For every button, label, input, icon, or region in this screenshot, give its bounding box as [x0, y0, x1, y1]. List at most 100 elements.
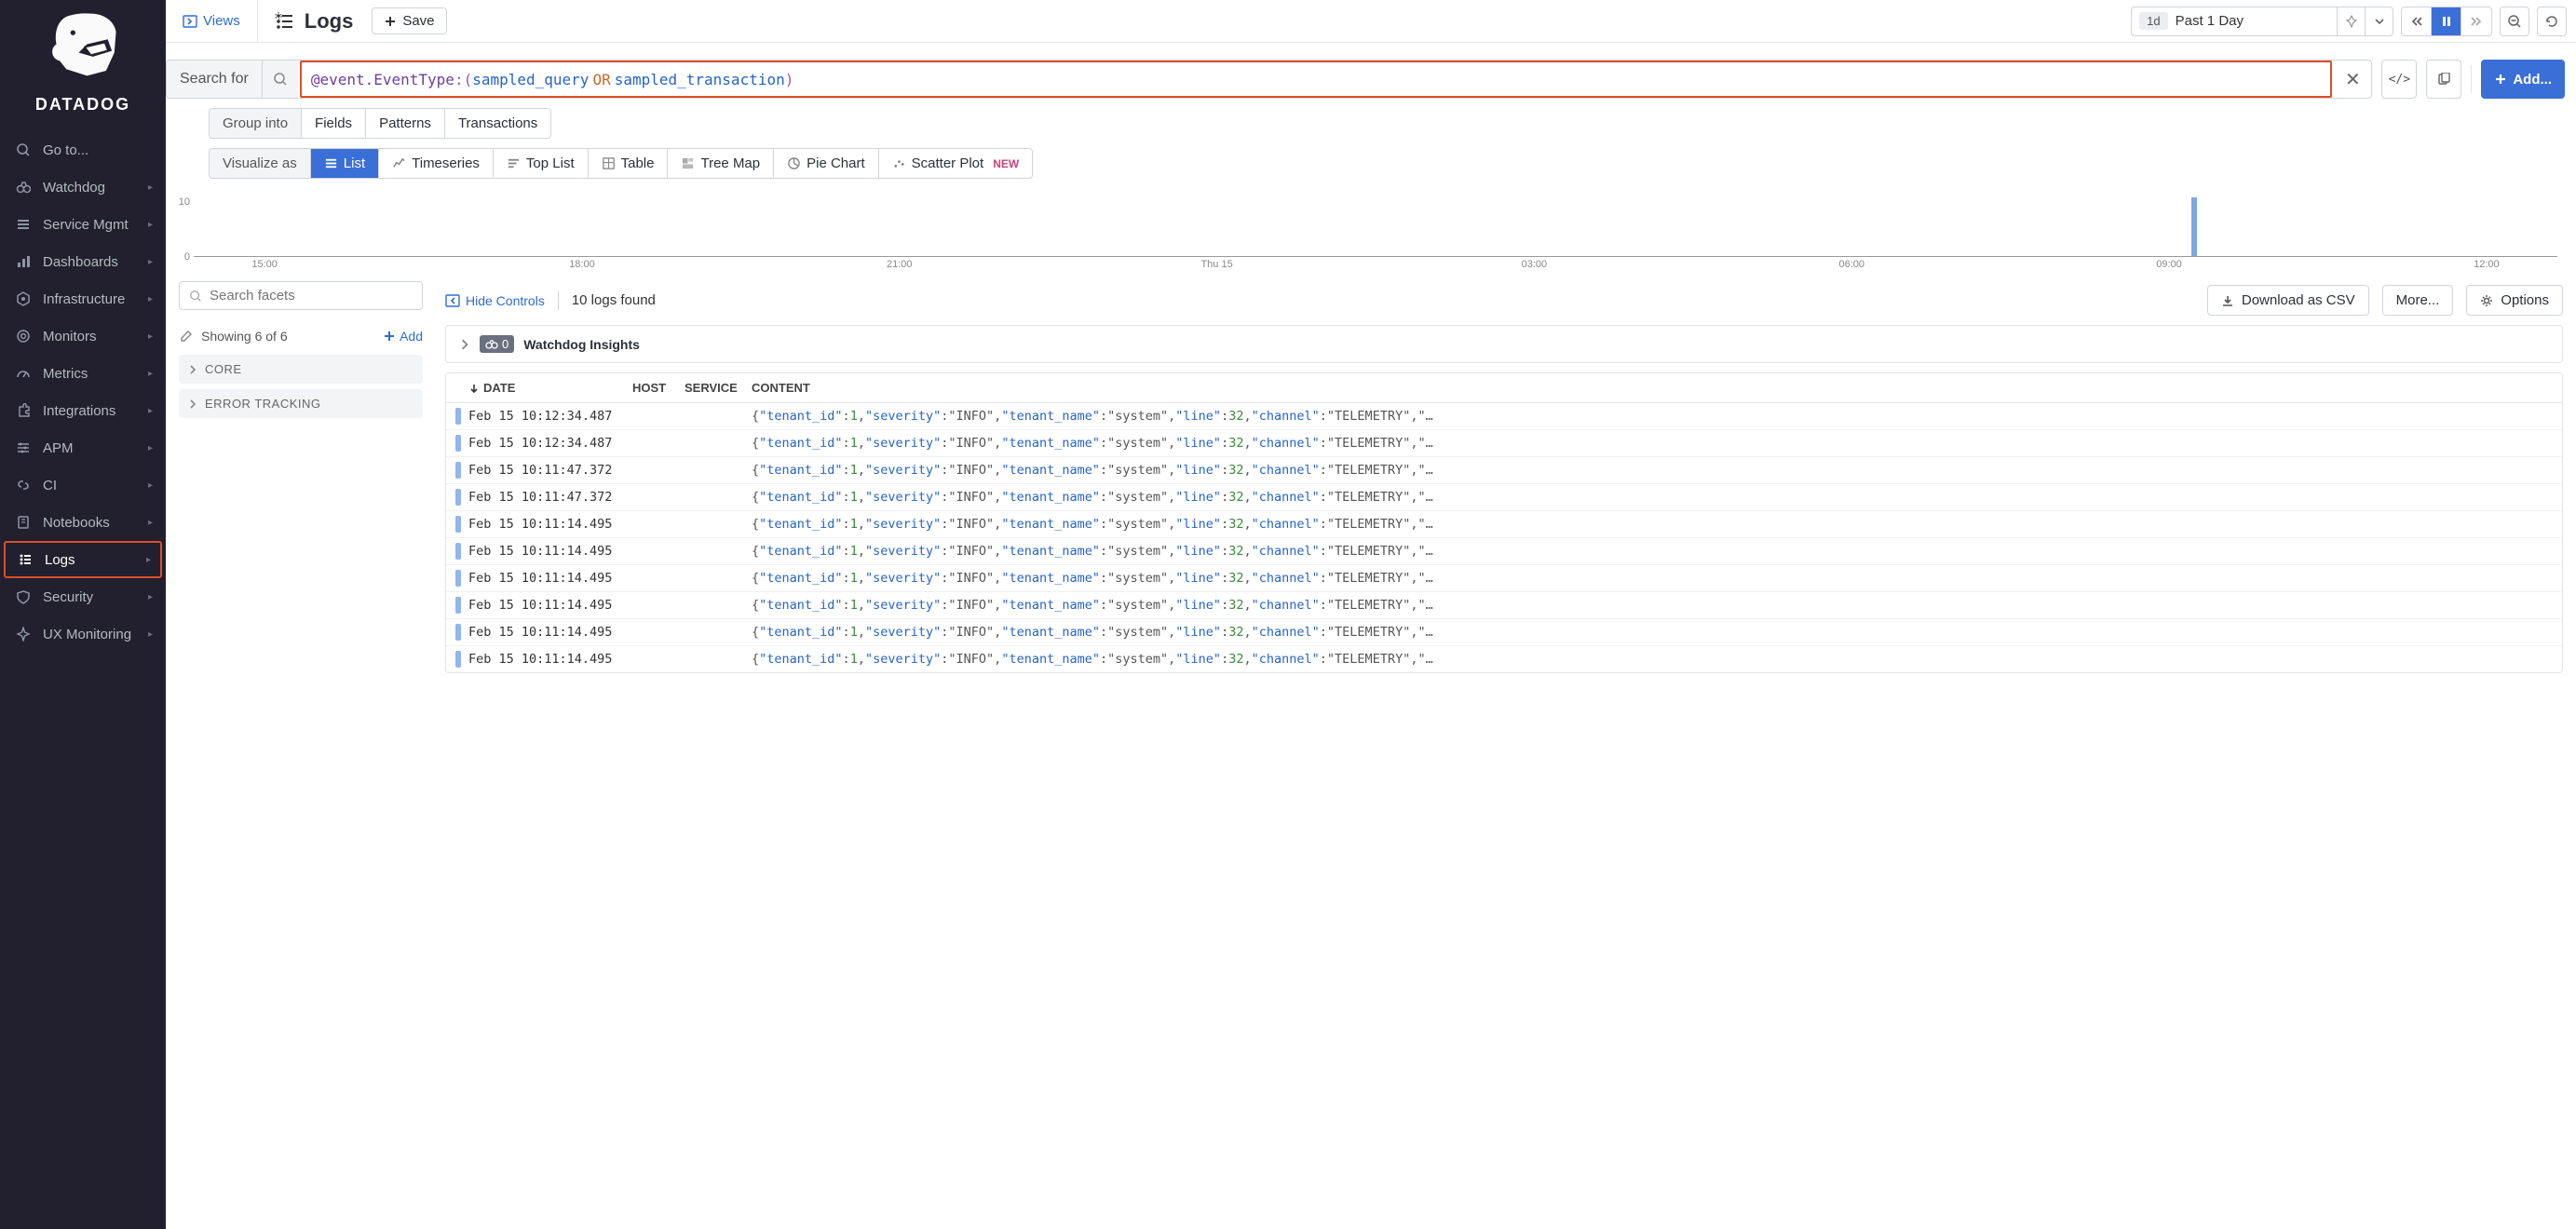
cell-date: Feb 15 10:12:34.487	[468, 409, 632, 424]
clear-search-button[interactable]: ✕	[2334, 68, 2371, 91]
cell-content: {"tenant_id":1,"severity":"INFO","tenant…	[752, 517, 2553, 532]
col-date[interactable]: DATE	[468, 381, 632, 395]
table-row[interactable]: Feb 15 10:12:34.487{"tenant_id":1,"sever…	[446, 430, 2562, 457]
copy-button[interactable]	[2426, 60, 2461, 99]
watchdog-insights-bar[interactable]: 0 Watchdog Insights	[445, 325, 2563, 363]
forward-button[interactable]	[2461, 7, 2491, 35]
group-into-label: Group into	[210, 109, 302, 138]
sidebar-item-apm[interactable]: APM▸	[0, 429, 166, 466]
table-row[interactable]: Feb 15 10:11:14.495{"tenant_id":1,"sever…	[446, 619, 2562, 646]
table-row[interactable]: Feb 15 10:11:14.495{"tenant_id":1,"sever…	[446, 646, 2562, 672]
status-marker	[455, 408, 461, 425]
page-title: Logs	[305, 9, 354, 34]
group-into-segmented: Group into Fields Patterns Transactions	[209, 108, 551, 139]
save-button[interactable]: Save	[372, 7, 446, 34]
views-button[interactable]: Views	[166, 0, 258, 42]
cell-content: {"tenant_id":1,"severity":"INFO","tenant…	[752, 571, 2553, 586]
col-content[interactable]: CONTENT	[752, 381, 2553, 395]
table-header: DATE HOST SERVICE CONTENT	[446, 373, 2562, 403]
panel-icon	[183, 14, 197, 29]
viz-top-list[interactable]: Top List	[494, 149, 589, 178]
search-input[interactable]: @event.EventType:(sampled_query OR sampl…	[298, 60, 2373, 99]
facet-search-input[interactable]	[179, 281, 423, 310]
visualize-as-label: Visualize as	[210, 149, 311, 178]
viz-pie-chart[interactable]: Pie Chart	[774, 149, 879, 178]
options-button[interactable]: Options	[2466, 285, 2563, 316]
sidebar-item-ci[interactable]: CI▸	[0, 466, 166, 504]
table-row[interactable]: Feb 15 10:11:14.495{"tenant_id":1,"sever…	[446, 565, 2562, 592]
logs-icon	[15, 549, 35, 570]
facet-panel: Showing 6 of 6 Add CORE ERROR TRACKING	[166, 281, 436, 1229]
cell-content: {"tenant_id":1,"severity":"INFO","tenant…	[752, 409, 2553, 424]
col-host[interactable]: HOST	[632, 381, 685, 395]
facet-add-button[interactable]: Add	[383, 329, 423, 344]
sidebar-item-logs[interactable]: Logs▸	[4, 541, 162, 578]
insights-badge: 0	[480, 335, 514, 353]
table-row[interactable]: Feb 15 10:11:47.372{"tenant_id":1,"sever…	[446, 484, 2562, 511]
table-row[interactable]: Feb 15 10:11:14.495{"tenant_id":1,"sever…	[446, 511, 2562, 538]
chevron-right-icon: ▸	[148, 331, 153, 342]
hide-controls-button[interactable]: Hide Controls	[445, 293, 545, 308]
cell-date: Feb 15 10:11:47.372	[468, 463, 632, 478]
sort-desc-icon	[468, 383, 480, 394]
sidebar-item-label: Dashboards	[43, 254, 148, 270]
hex-icon	[13, 289, 34, 309]
chevron-down-icon[interactable]	[2365, 7, 2393, 35]
main-panel: Views Logs Save 1d Past 1 Day	[166, 0, 2576, 1229]
histogram-chart[interactable]: 100 15:0018:0021:00Thu 1503:0006:0009:00…	[166, 197, 2557, 272]
viz-timeseries[interactable]: Timeseries	[379, 149, 494, 178]
sidebar-item-service-mgmt[interactable]: Service Mgmt▸	[0, 206, 166, 243]
gauge-icon	[13, 363, 34, 384]
facet-search-field[interactable]	[210, 288, 413, 304]
log-table: DATE HOST SERVICE CONTENT Feb 15 10:12:3…	[445, 372, 2563, 673]
plus-icon	[383, 330, 396, 343]
time-range-picker[interactable]: 1d Past 1 Day	[2131, 7, 2393, 36]
zoom-out-button[interactable]	[2500, 7, 2529, 36]
sidebar-item-metrics[interactable]: Metrics▸	[0, 355, 166, 392]
sidebar-item-monitors[interactable]: Monitors▸	[0, 317, 166, 355]
sidebar-item-infrastructure[interactable]: Infrastructure▸	[0, 280, 166, 317]
shield-icon	[13, 587, 34, 607]
viz-list[interactable]: List	[311, 149, 379, 178]
sidebar-item-ux-monitoring[interactable]: UX Monitoring▸	[0, 615, 166, 653]
add-label: Add...	[2513, 72, 2552, 88]
table-row[interactable]: Feb 15 10:12:34.487 {"tenant_id":1,"sever…	[446, 403, 2562, 430]
query-syntax-button[interactable]: </>	[2381, 60, 2417, 99]
pause-button[interactable]	[2432, 7, 2461, 35]
viz-tree-map[interactable]: Tree Map	[668, 149, 774, 178]
book-icon	[13, 512, 34, 533]
table-row[interactable]: Feb 15 10:11:14.495{"tenant_id":1,"sever…	[446, 538, 2562, 565]
sidebar-item-dashboards[interactable]: Dashboards▸	[0, 243, 166, 280]
facet-category-error-tracking[interactable]: ERROR TRACKING	[179, 389, 423, 418]
sidebar-item-notebooks[interactable]: Notebooks▸	[0, 504, 166, 541]
table-row[interactable]: Feb 15 10:11:14.495{"tenant_id":1,"sever…	[446, 592, 2562, 619]
sidebar-item-security[interactable]: Security▸	[0, 578, 166, 615]
chevron-right-icon: ▸	[148, 406, 153, 416]
facet-category-core[interactable]: CORE	[179, 355, 423, 384]
more-button[interactable]: More...	[2382, 285, 2454, 316]
group-transactions[interactable]: Transactions	[445, 109, 550, 138]
sidebar-item-go-to-[interactable]: Go to...	[0, 131, 166, 169]
pin-icon[interactable]	[2337, 7, 2365, 35]
status-marker	[455, 489, 461, 506]
refresh-button[interactable]	[2537, 7, 2567, 36]
sidebar-item-integrations[interactable]: Integrations▸	[0, 392, 166, 429]
panel-collapse-icon	[445, 293, 460, 308]
viz-table[interactable]: Table	[589, 149, 669, 178]
sidebar-item-label: CI	[43, 478, 148, 493]
group-patterns[interactable]: Patterns	[366, 109, 445, 138]
add-button[interactable]: Add...	[2481, 60, 2565, 99]
puzzle-icon	[13, 400, 34, 421]
chart-bar[interactable]	[2191, 197, 2197, 256]
col-service[interactable]: SERVICE	[685, 381, 752, 395]
rewind-button[interactable]	[2402, 7, 2432, 35]
gear-icon	[2480, 294, 2493, 307]
download-csv-button[interactable]: Download as CSV	[2207, 285, 2369, 316]
sidebar-item-watchdog[interactable]: Watchdog▸	[0, 169, 166, 206]
cell-content: {"tenant_id":1,"severity":"INFO","tenant…	[752, 598, 2553, 613]
cell-content: {"tenant_id":1,"severity":"INFO","tenant…	[752, 652, 2553, 667]
table-row[interactable]: Feb 15 10:11:47.372{"tenant_id":1,"sever…	[446, 457, 2562, 484]
group-fields[interactable]: Fields	[302, 109, 366, 138]
viz-scatter-plot[interactable]: Scatter PlotNEW	[879, 149, 1033, 178]
search-query-text: @event.EventType:(sampled_query OR sampl…	[300, 61, 2333, 98]
